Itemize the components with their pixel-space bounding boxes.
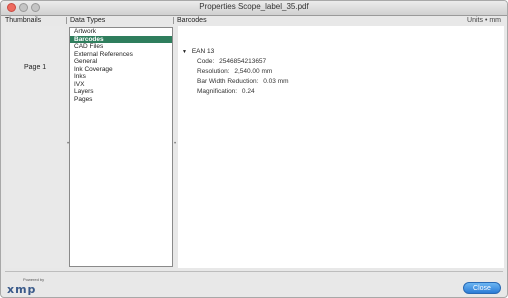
splitter-handle-icon[interactable]: •: [174, 141, 177, 147]
disclosure-triangle-icon[interactable]: ▼: [182, 49, 190, 55]
thumbnails-header: Thumbnails: [5, 17, 42, 24]
properties-window: Properties Scope_label_35.pdf Thumbnails…: [0, 0, 508, 298]
page-thumbnail-label[interactable]: Page 1: [24, 64, 46, 71]
column-divider: [66, 17, 67, 24]
splitter-handle-icon[interactable]: •: [67, 141, 70, 147]
list-item[interactable]: CAD Files: [70, 43, 172, 51]
list-item[interactable]: General: [70, 58, 172, 66]
close-button[interactable]: Close: [463, 282, 501, 294]
title-bar: Properties Scope_label_35.pdf: [1, 1, 507, 16]
window-title: Properties Scope_label_35.pdf: [199, 2, 309, 11]
barcode-field-code: Code: 2546854213657: [197, 58, 289, 65]
list-item[interactable]: Artwork: [70, 28, 172, 36]
barcodes-header: Barcodes: [177, 17, 207, 24]
field-key: Bar Width Reduction:: [197, 78, 259, 85]
barcode-field-bar-width-reduction: Bar Width Reduction: 0.03 mm: [197, 78, 289, 85]
field-key: Resolution:: [197, 68, 230, 75]
list-item[interactable]: IVX: [70, 81, 172, 89]
list-item[interactable]: Inks: [70, 73, 172, 81]
list-item[interactable]: Pages: [70, 96, 172, 104]
logo-caption: Powered by: [23, 277, 45, 282]
thumbnails-pane: Page 1: [5, 26, 65, 268]
barcode-field-resolution: Resolution: 2,540.00 mm: [197, 68, 289, 75]
list-item[interactable]: Barcodes: [70, 35, 172, 43]
field-key: Code:: [197, 58, 215, 65]
list-item[interactable]: Ink Coverage: [70, 66, 172, 74]
data-types-list[interactable]: Artwork Barcodes CAD Files External Refe…: [69, 27, 173, 267]
field-value: 2546854213657: [219, 58, 267, 65]
footer-divider: [5, 271, 503, 272]
data-types-header: Data Types: [70, 17, 106, 24]
list-item[interactable]: External References: [70, 51, 172, 59]
column-divider: [173, 17, 174, 24]
barcode-name: EAN 13: [191, 48, 215, 55]
list-item[interactable]: Layers: [70, 88, 172, 96]
field-value: 0.24: [241, 88, 255, 95]
barcode-node[interactable]: ▼ EAN 13: [182, 48, 289, 55]
barcodes-pane: ▼ EAN 13 Code: 2546854213657 Resolution:…: [178, 26, 504, 268]
barcode-field-magnification: Magnification: 0.24: [197, 88, 289, 95]
field-key: Magnification:: [197, 88, 238, 95]
barcode-tree: ▼ EAN 13 Code: 2546854213657 Resolution:…: [182, 48, 289, 95]
field-value: 2,540.00 mm: [234, 68, 273, 75]
xmp-logo: xmp: [7, 283, 37, 296]
units-dropdown[interactable]: Units • mm: [467, 17, 501, 24]
field-value: 0.03 mm: [263, 78, 289, 85]
